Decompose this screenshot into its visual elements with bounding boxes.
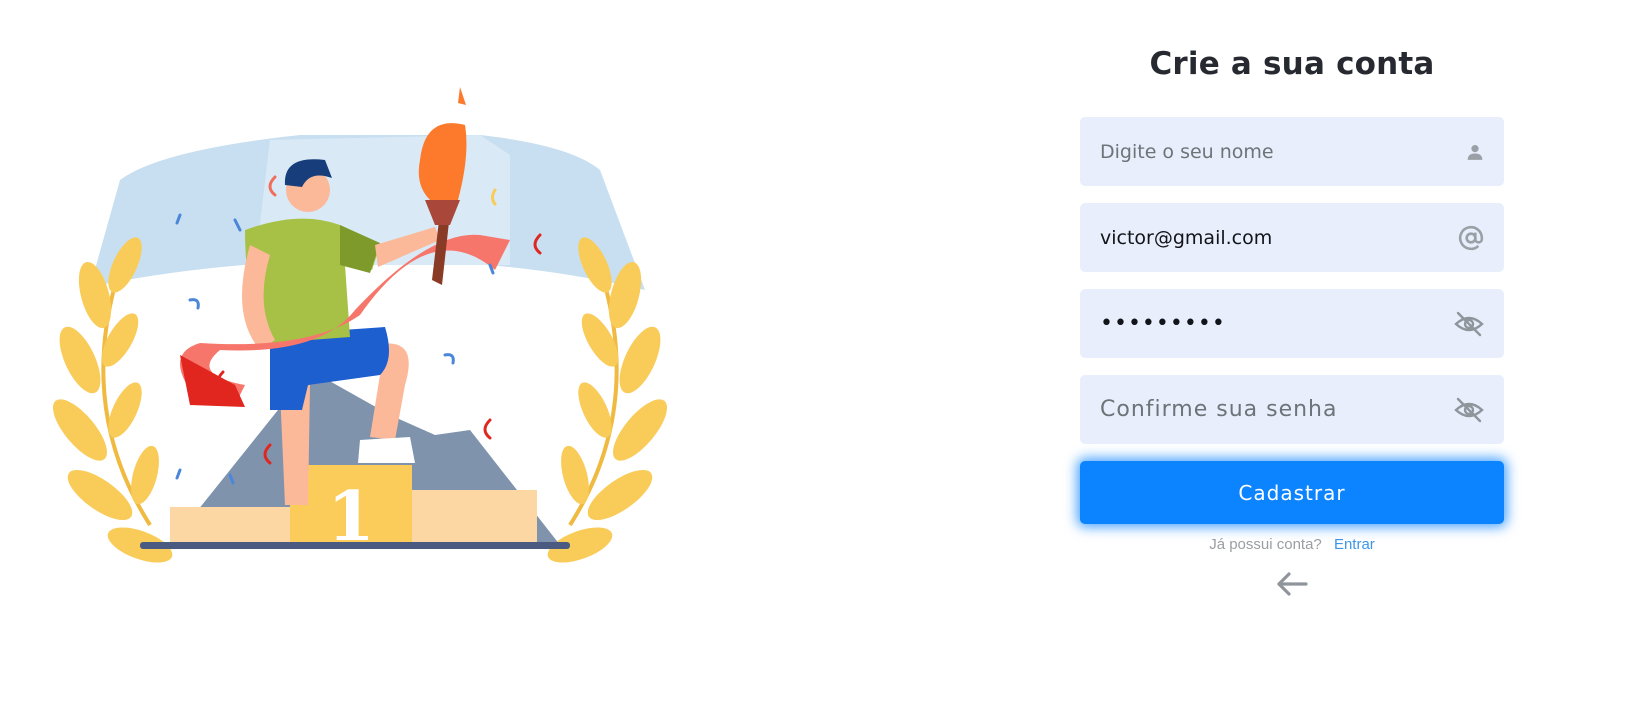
runner-shoe: [358, 437, 415, 463]
eye-off-icon[interactable]: [1454, 311, 1484, 337]
page-title: Crie a sua conta: [1149, 46, 1435, 82]
arrow-left-icon: [1275, 572, 1309, 601]
podium-third: [412, 490, 537, 547]
email-field[interactable]: [1080, 203, 1504, 272]
confirm-password-input[interactable]: [1080, 375, 1504, 444]
name-field[interactable]: [1080, 117, 1504, 186]
winner-illustration: 1: [40, 85, 680, 585]
login-prompt: Já possui conta? Entrar: [1080, 536, 1504, 553]
podium-second: [170, 507, 305, 547]
back-button[interactable]: [1272, 571, 1312, 601]
login-prompt-text: Já possui conta?: [1209, 536, 1322, 553]
confirm-password-field[interactable]: [1080, 375, 1504, 444]
name-input[interactable]: [1080, 117, 1504, 186]
torch-flame: [418, 123, 467, 200]
eye-off-icon[interactable]: [1454, 397, 1484, 423]
ribbon-tail: [180, 355, 245, 407]
laurel-right: [547, 237, 667, 563]
user-icon: [1466, 143, 1484, 161]
torch-spark: [458, 87, 466, 105]
laurel-left: [53, 237, 173, 563]
signup-button[interactable]: Cadastrar: [1080, 461, 1504, 524]
password-field[interactable]: [1080, 289, 1504, 358]
email-input[interactable]: [1080, 203, 1504, 272]
signup-form: Crie a sua conta Cadastrar Já possui con…: [1080, 40, 1504, 601]
at-sign-icon: [1458, 225, 1484, 251]
password-input[interactable]: [1080, 289, 1504, 358]
ground-line: [140, 542, 570, 549]
login-link[interactable]: Entrar: [1334, 536, 1375, 553]
